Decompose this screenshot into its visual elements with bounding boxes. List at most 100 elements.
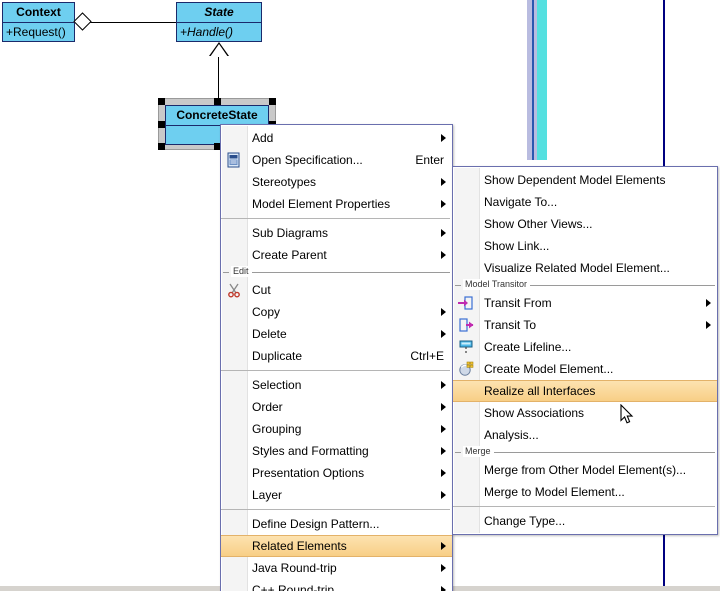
menu-item-label: Transit From	[484, 296, 552, 310]
submenu-item-create-lifeline[interactable]: Create Lifeline...	[453, 336, 717, 358]
context-menu-item-selection[interactable]: Selection	[221, 374, 452, 396]
menu-item-label: Presentation Options	[252, 466, 365, 480]
context-menu-item-java-round-trip[interactable]: Java Round-trip	[221, 557, 452, 579]
separator-rule	[455, 452, 461, 453]
menu-separator	[221, 506, 452, 513]
context-menu-item-copy[interactable]: Copy	[221, 301, 452, 323]
menu-item-label: Stereotypes	[252, 175, 317, 189]
submenu-arrow-icon	[441, 469, 446, 477]
menu-item-label: Navigate To...	[484, 195, 558, 209]
submenu-arrow-icon	[441, 564, 446, 572]
menu-item-label: Merge to Model Element...	[484, 485, 625, 499]
submenu-item-transit-from[interactable]: Transit From	[453, 292, 717, 314]
menu-item-label: Layer	[252, 488, 283, 502]
context-menu-item-create-parent[interactable]: Create Parent	[221, 244, 452, 266]
submenu-arrow-icon	[441, 542, 446, 550]
model-element-icon	[457, 360, 475, 378]
menu-item-label: Related Elements	[252, 539, 347, 553]
generalization-line	[218, 56, 219, 102]
lifeline-icon	[457, 338, 475, 356]
submenu-arrow-icon	[441, 134, 446, 142]
submenu-item-show-link[interactable]: Show Link...	[453, 235, 717, 257]
context-menu-item-c-round-trip[interactable]: C++ Round-trip	[221, 579, 452, 591]
context-menu-item-add[interactable]: Add	[221, 127, 452, 149]
context-menu-item-stereotypes[interactable]: Stereotypes	[221, 171, 452, 193]
context-menu-item-model-element-properties[interactable]: Model Element Properties	[221, 193, 452, 215]
scissors-icon	[225, 281, 243, 299]
submenu-arrow-icon	[441, 425, 446, 433]
menu-item-label: Grouping	[252, 422, 302, 436]
submenu-item-merge-to-model-element[interactable]: Merge to Model Element...	[453, 481, 717, 503]
context-menu-item-grouping[interactable]: Grouping	[221, 418, 452, 440]
submenu-item-analysis[interactable]: Analysis...	[453, 424, 717, 446]
submenu-item-transit-to[interactable]: Transit To	[453, 314, 717, 336]
submenu-item-show-dependent-model-elements[interactable]: Show Dependent Model Elements	[453, 169, 717, 191]
context-menu[interactable]: Add Open Specification... Enter Stereotypes…	[220, 124, 453, 591]
menu-item-label: Selection	[252, 378, 302, 392]
separator-rule	[252, 272, 450, 273]
context-menu-item-order[interactable]: Order	[221, 396, 452, 418]
submenu-item-realize-all-interfaces[interactable]: Realize all Interfaces	[453, 380, 717, 402]
menu-item-label: Duplicate	[252, 349, 303, 363]
menu-item-label: Create Parent	[252, 248, 327, 262]
context-menu-item-styles-and-formatting[interactable]: Styles and Formatting	[221, 440, 452, 462]
context-menu-item-define-design-pattern[interactable]: Define Design Pattern...	[221, 513, 452, 535]
context-menu-item-open-specification[interactable]: Open Specification... Enter	[221, 149, 452, 171]
menu-item-label: Show Dependent Model Elements	[484, 173, 666, 187]
submenu-arrow-icon	[441, 178, 446, 186]
application-window: Context +Request() State +Handle() Concr…	[0, 0, 720, 591]
menu-separator	[221, 215, 452, 222]
separator-rule	[530, 285, 715, 286]
menu-item-label: Add	[252, 131, 274, 145]
submenu-arrow-icon	[441, 308, 446, 316]
uml-class-name: State	[177, 3, 261, 23]
submenu-arrow-icon	[441, 381, 446, 389]
submenu-arrow-icon	[441, 586, 446, 591]
menu-item-label: Realize all Interfaces	[484, 384, 596, 398]
submenu-item-create-model-element[interactable]: Create Model Element...	[453, 358, 717, 380]
menu-item-label: Change Type...	[484, 514, 566, 528]
submenu-item-show-associations[interactable]: Show Associations	[453, 402, 717, 424]
menu-separator	[221, 367, 452, 374]
menu-item-label: Order	[252, 400, 283, 414]
menu-separator	[453, 503, 717, 510]
generalization-arrow	[210, 44, 228, 57]
uml-class-name: ConcreteState	[166, 106, 268, 126]
related-elements-submenu[interactable]: Show Dependent Model Elements Navigate To…	[452, 166, 718, 535]
context-menu-item-duplicate[interactable]: Duplicate Ctrl+E	[221, 345, 452, 367]
context-menu-item-delete[interactable]: Delete	[221, 323, 452, 345]
uml-class-context[interactable]: Context +Request()	[2, 2, 75, 42]
aggregation-line	[88, 22, 176, 23]
transit-from-icon	[457, 294, 475, 312]
submenu-item-change-type[interactable]: Change Type...	[453, 510, 717, 532]
submenu-arrow-icon	[441, 403, 446, 411]
submenu-item-visualize-related-model-element[interactable]: Visualize Related Model Element...	[453, 257, 717, 279]
resize-handle-w[interactable]	[158, 121, 165, 128]
uml-class-state[interactable]: State +Handle()	[176, 2, 262, 42]
context-menu-item-sub-diagrams[interactable]: Sub Diagrams	[221, 222, 452, 244]
resize-handle-ne[interactable]	[269, 98, 276, 105]
lifeline-bar[interactable]	[527, 0, 549, 160]
submenu-item-merge-from-other-model-element-s[interactable]: Merge from Other Model Element(s)...	[453, 459, 717, 481]
uml-class-member: +Handle()	[180, 25, 234, 39]
context-menu-item-layer[interactable]: Layer	[221, 484, 452, 506]
resize-handle-nw[interactable]	[158, 98, 165, 105]
menu-group-separator: Merge	[453, 446, 717, 459]
resize-handle-n[interactable]	[214, 98, 221, 105]
aggregation-diamond	[73, 12, 92, 31]
menu-item-label: Show Other Views...	[484, 217, 593, 231]
submenu-item-show-other-views[interactable]: Show Other Views...	[453, 213, 717, 235]
specification-icon	[225, 151, 243, 169]
submenu-arrow-icon	[441, 251, 446, 259]
menu-item-shortcut: Ctrl+E	[410, 349, 444, 363]
menu-item-label: Analysis...	[484, 428, 539, 442]
context-menu-item-cut[interactable]: Cut	[221, 279, 452, 301]
resize-handle-sw[interactable]	[158, 143, 165, 150]
menu-group-separator: Model Transitor	[453, 279, 717, 292]
submenu-item-navigate-to[interactable]: Navigate To...	[453, 191, 717, 213]
context-menu-item-presentation-options[interactable]: Presentation Options	[221, 462, 452, 484]
menu-item-label: Copy	[252, 305, 281, 319]
separator-rule	[223, 272, 229, 273]
context-menu-item-related-elements[interactable]: Related Elements	[221, 535, 452, 557]
submenu-arrow-icon	[706, 321, 711, 329]
